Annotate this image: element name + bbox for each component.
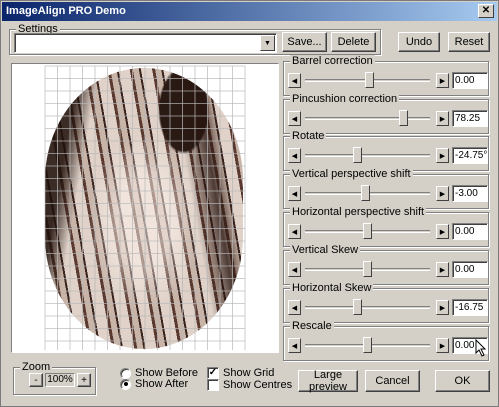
preview-canvas[interactable] [11,63,279,353]
slider-left-arrow-icon[interactable]: ◀ [288,262,301,277]
show-grid-check-icon[interactable]: ✓ [207,367,219,379]
slider-label: Rotate [290,130,327,142]
slider-thumb[interactable] [365,72,374,88]
slider-thumb[interactable] [363,223,372,239]
slider-thumb[interactable] [363,337,372,353]
settings-combo[interactable]: ▼ [14,33,277,53]
zoom-in-button[interactable]: + [77,373,91,387]
slider-left-arrow-icon[interactable]: ◀ [288,148,301,163]
slider-value-field[interactable]: 0.00 [452,261,488,278]
slider-label: Horizontal perspective shift [290,206,427,218]
slider-label: Pincushion correction [290,93,400,105]
slider-label: Barrel correction [290,55,375,67]
slider-right-arrow-icon[interactable]: ▶ [436,148,449,163]
radio-before-indicator[interactable] [120,367,131,379]
slider-thumb[interactable] [353,147,362,163]
show-centres-check-icon[interactable] [207,379,219,391]
slider-label: Vertical perspective shift [290,168,413,180]
alignment-grid [44,65,246,350]
slider-left-arrow-icon[interactable]: ◀ [288,186,301,201]
slider-group: Horizontal perspective shift ◀ ▶ 0.00 [283,206,489,247]
slider-left-arrow-icon[interactable]: ◀ [288,224,301,239]
slider-group: Rescale ◀ ▶ 0.00 [283,320,489,361]
show-centres-label: Show Centres [223,379,293,391]
slider-track[interactable] [305,117,430,120]
cancel-button[interactable]: Cancel [365,370,420,392]
zoom-out-button[interactable]: - [29,373,43,387]
slider-thumb[interactable] [399,110,408,126]
slider-group: Vertical perspective shift ◀ ▶ -3.00 [283,168,489,209]
slider-value-field[interactable]: -24.75° [452,147,488,164]
slider-right-arrow-icon[interactable]: ▶ [436,111,449,126]
slider-label: Vertical Skew [290,244,361,256]
slider-label: Horizontal Skew [290,282,374,294]
zoom-label: Zoom [20,361,53,373]
slider-right-arrow-icon[interactable]: ▶ [436,300,449,315]
slider-group: Barrel correction ◀ ▶ 0.00 [283,55,489,96]
large-preview-button[interactable]: Large preview [298,369,358,393]
title-bar: ImageAlign PRO Demo ✕ [2,2,497,21]
slider-right-arrow-icon[interactable]: ▶ [436,338,449,353]
slider-right-arrow-icon[interactable]: ▶ [436,262,449,277]
slider-right-arrow-icon[interactable]: ▶ [436,224,449,239]
slider-left-arrow-icon[interactable]: ◀ [288,73,301,88]
show-centres-checkbox[interactable]: Show Centres [207,379,292,391]
mouse-pointer-icon [475,339,487,357]
slider-group: Vertical Skew ◀ ▶ 0.00 [283,244,489,285]
slider-thumb[interactable] [353,299,362,315]
slider-value-field[interactable]: 0.00 [452,223,488,240]
reset-button[interactable]: Reset [448,32,490,52]
slider-left-arrow-icon[interactable]: ◀ [288,338,301,353]
slider-group: Pincushion correction ◀ ▶ 78.25 [283,93,489,134]
zoom-level: 100% [45,373,75,387]
slider-right-arrow-icon[interactable]: ▶ [436,73,449,88]
radio-after-indicator[interactable] [120,378,131,390]
slider-value-field[interactable]: 78.25 [452,110,488,127]
slider-track[interactable] [305,306,430,309]
delete-button[interactable]: Delete [331,32,376,52]
slider-right-arrow-icon[interactable]: ▶ [436,186,449,201]
slider-label: Rescale [290,320,334,332]
save-button[interactable]: Save... [282,32,327,52]
slider-value-field[interactable]: -3.00 [452,185,488,202]
ok-button[interactable]: OK [435,370,490,392]
show-grid-label: Show Grid [223,367,275,379]
close-icon[interactable]: ✕ [478,4,494,18]
show-after-radio[interactable]: Show After [120,378,188,390]
slider-track[interactable] [305,154,430,157]
slider-left-arrow-icon[interactable]: ◀ [288,300,301,315]
slider-thumb[interactable] [361,185,370,201]
slider-left-arrow-icon[interactable]: ◀ [288,111,301,126]
window-title: ImageAlign PRO Demo [6,5,126,17]
imagealign-window: ImageAlign PRO Demo ✕ Settings ▼ Save...… [0,0,499,407]
slider-group: Horizontal Skew ◀ ▶ -16.75 [283,282,489,323]
show-grid-checkbox[interactable]: ✓ Show Grid [207,367,274,379]
show-after-label: Show After [135,378,189,390]
chevron-down-icon[interactable]: ▼ [260,35,275,51]
slider-thumb[interactable] [363,261,372,277]
undo-button[interactable]: Undo [398,32,440,52]
slider-value-field[interactable]: 0.00 [452,72,488,89]
slider-value-field[interactable]: -16.75 [452,299,488,316]
slider-group: Rotate ◀ ▶ -24.75° [283,130,489,171]
